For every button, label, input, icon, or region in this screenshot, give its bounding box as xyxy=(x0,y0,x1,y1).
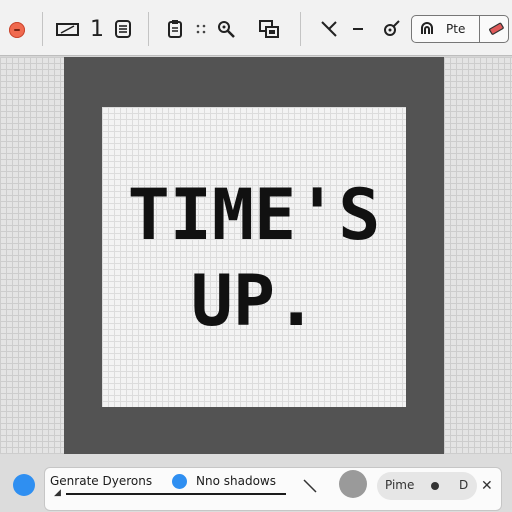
pill-label: Pime xyxy=(385,478,415,492)
generate-label[interactable]: Genrate Dyerons xyxy=(50,474,152,488)
layer-number: 1 xyxy=(90,16,104,42)
toolbar-divider xyxy=(148,12,149,46)
toolbar-divider xyxy=(42,12,43,46)
grid-dots-icon[interactable] xyxy=(193,14,209,44)
document-icon[interactable] xyxy=(112,14,134,44)
color-swatch-primary[interactable] xyxy=(13,474,35,496)
close-icon[interactable] xyxy=(9,22,25,38)
pte-divider xyxy=(479,16,480,42)
eraser-icon[interactable] xyxy=(487,16,505,42)
right-grid-panel xyxy=(444,57,512,454)
pin-icon[interactable] xyxy=(380,14,402,44)
toolbar-divider xyxy=(300,12,301,46)
drawing-canvas[interactable]: TIME'S UP. xyxy=(102,107,406,407)
rectangle-tool-icon[interactable] xyxy=(54,14,82,44)
pen-tool-icon[interactable] xyxy=(302,478,318,498)
artwork: TIME'S UP. xyxy=(128,174,381,342)
close-panel-icon[interactable]: ✕ xyxy=(481,478,493,494)
pime-pill[interactable]: Pime D xyxy=(377,472,477,500)
fingerprint-icon[interactable] xyxy=(418,16,436,42)
brush-size-slider[interactable] xyxy=(66,493,286,495)
pte-label[interactable]: Pte xyxy=(446,16,465,42)
line-tool-icon[interactable] xyxy=(318,14,340,44)
shadow-label[interactable]: Nno shadows xyxy=(196,474,276,488)
minus-icon[interactable] xyxy=(350,14,366,44)
pte-toggle-group: Pte xyxy=(411,15,509,43)
clipboard-icon[interactable] xyxy=(164,14,186,44)
magic-wand-icon[interactable] xyxy=(214,14,238,44)
layers-icon[interactable] xyxy=(257,14,281,44)
pill-dot-icon xyxy=(431,482,439,490)
left-grid-panel xyxy=(0,57,64,454)
slider-min-icon: ◢ xyxy=(54,488,61,498)
artwork-text-line1: TIME'S xyxy=(128,174,381,256)
pill-value: D xyxy=(459,478,469,492)
shadow-radio[interactable] xyxy=(172,474,187,489)
color-picker-circle[interactable] xyxy=(339,470,367,498)
artwork-text-line2: UP. xyxy=(191,260,317,342)
top-toolbar: 1 Pte xyxy=(0,0,512,56)
